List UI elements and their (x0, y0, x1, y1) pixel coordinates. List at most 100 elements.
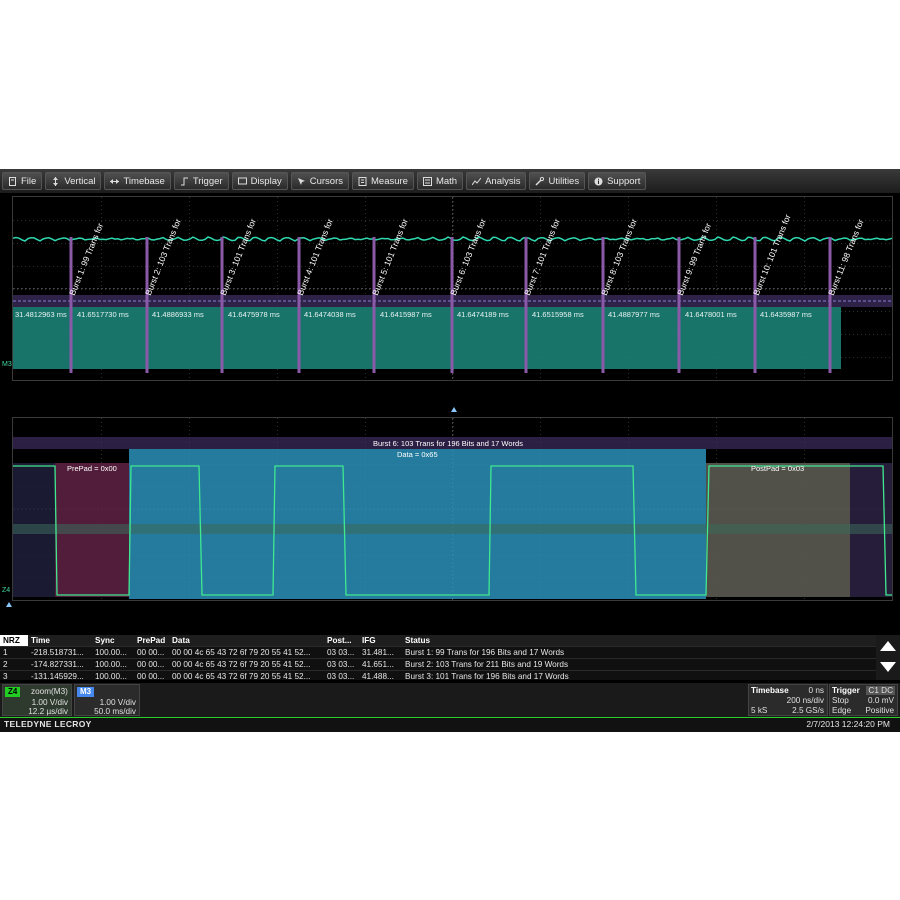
trigger-slope: Positive (865, 706, 894, 715)
table-row[interactable]: 1 -218.518731... 100.00... 00 00... 00 00 4c… (0, 646, 876, 658)
cursor-icon (297, 177, 306, 186)
brand-logo: TELEDYNE LECROY (4, 719, 92, 729)
burst-marker (524, 237, 528, 373)
table-cell: 00 00... (137, 648, 165, 657)
table-scroll-controls (876, 635, 900, 680)
datetime: 2/7/2013 12:24:20 PM (806, 719, 890, 729)
table-cell: 100.00... (95, 672, 127, 681)
column-header-6[interactable]: Post... (324, 635, 359, 646)
table-cell: 00 00 4c 65 43 72 6f 79 20 55 41 52... (172, 648, 311, 657)
prepad-annotation: PrePad = 0x00 (67, 464, 117, 473)
trigger-mode: Stop (832, 696, 849, 705)
arrow-up-icon (880, 641, 896, 651)
ifg-measurement-label: 41.6517730 ms (77, 310, 129, 319)
footer-bar: TELEDYNE LECROY 2/7/2013 12:24:20 PM (0, 717, 900, 732)
menu-label: Utilities (548, 175, 580, 187)
ifg-measurement-label: 41.6415987 ms (380, 310, 432, 319)
trigger-level: 0.0 mV (868, 696, 894, 705)
table-cell: Burst 1: 99 Trans for 196 Bits and 17 Wo… (405, 648, 565, 657)
burst-marker (69, 237, 73, 373)
scroll-down-button[interactable] (877, 657, 899, 677)
trigger-icon (180, 177, 189, 186)
channel-marker-m3[interactable]: M3 (2, 361, 12, 368)
z4-title: zoom(M3) (31, 687, 68, 696)
m3-tag: M3 (77, 687, 95, 697)
table-cell: 03 03... (327, 672, 355, 681)
burst-marker (297, 237, 301, 373)
measure-icon (358, 176, 367, 186)
zoom-left-marker[interactable] (6, 602, 12, 607)
z4-vdiv: 1.00 V/div (31, 698, 68, 707)
column-header-2[interactable]: Time (28, 635, 92, 646)
trigger-position-marker[interactable] (451, 407, 457, 412)
waveform-grid-z4[interactable]: Burst 6: 103 Trans for 196 Bits and 17 W… (12, 417, 893, 601)
column-header-8[interactable]: Status (402, 635, 876, 646)
column-header-3[interactable]: Sync (92, 635, 134, 646)
menu-display-button[interactable]: Display (231, 172, 288, 190)
threshold-band (13, 524, 892, 534)
menu-label: Timebase (123, 175, 165, 187)
table-cell: Burst 2: 103 Trans for 211 Bits and 19 W… (405, 660, 569, 669)
analysis-icon (472, 177, 482, 186)
decode-table-header: NRZ Time Sync PrePad Data Post... IFG Status (0, 635, 876, 646)
table-cell: 1 (3, 648, 8, 657)
table-cell: -174.827331... (31, 660, 84, 669)
table-cell: 2 (3, 660, 8, 669)
waveform-grid-m3[interactable]: Burst 1: 99 Trans for Burst 2: 103 Trans … (12, 196, 893, 381)
table-cell: 00 00 4c 65 43 72 6f 79 20 55 41 52... (172, 672, 311, 681)
menu-label: Cursors (309, 175, 343, 187)
menu-label: Trigger (192, 175, 223, 187)
burst-marker (145, 237, 149, 373)
m3-tdiv: 50.0 ms/div (94, 707, 136, 716)
timebase-title: Timebase (751, 686, 789, 695)
column-header-7[interactable]: IFG (359, 635, 402, 646)
column-header-5[interactable]: Data (169, 635, 324, 646)
timebase-descriptor[interactable]: Timebase 0 ns 200 ns/div 5 kS 2.5 GS/s (748, 684, 828, 716)
table-row[interactable]: 2 -174.827331... 100.00... 00 00... 00 00 4c… (0, 658, 876, 670)
table-cell: 00 00 4c 65 43 72 6f 79 20 55 41 52... (172, 660, 311, 669)
ifg-measurement-label: 41.6515958 ms (532, 310, 584, 319)
menu-cursors-button[interactable]: Cursors (290, 172, 349, 190)
menu-measure-button[interactable]: Measure (352, 172, 414, 190)
menu-support-button[interactable]: Support (588, 172, 647, 190)
table-row[interactable]: 3 -131.145929... 100.00... 00 00... 00 00 4c… (0, 670, 876, 682)
file-icon (8, 176, 17, 186)
menu-label: Support (607, 175, 641, 187)
burst-title-annotation: Burst 6: 103 Trans for 196 Bits and 17 W… (373, 439, 523, 448)
trigger-title: Trigger (832, 686, 860, 695)
channel-marker-z4[interactable]: Z4 (2, 587, 10, 594)
menu-trigger-button[interactable]: Trigger (173, 172, 229, 190)
menu-analysis-button[interactable]: Analysis (466, 172, 527, 190)
table-cell: 41.488... (362, 672, 394, 681)
menu-label: Measure (371, 175, 408, 187)
trigger-descriptor[interactable]: Trigger C1 DC Stop 0.0 mV Edge Positive (829, 684, 898, 716)
m3-vdiv: 1.00 V/div (99, 698, 136, 707)
menu-timebase-button[interactable]: Timebase (104, 172, 171, 190)
burst-marker (601, 237, 605, 373)
scroll-up-button[interactable] (877, 636, 899, 656)
oscilloscope-screen: File Vertical Timebase Trigger Display Cursor… (0, 169, 900, 732)
table-cell: 00 00... (137, 672, 165, 681)
ifg-measurement-label: 41.6478001 ms (685, 310, 737, 319)
menu-math-button[interactable]: Math (416, 172, 464, 190)
column-header-1[interactable]: NRZ (0, 635, 28, 646)
burst-marker (450, 237, 454, 373)
timebase-samples: 5 kS (751, 706, 768, 715)
z4-descriptor[interactable]: Z4 zoom(M3) 1.00 V/div 12.2 µs/div (2, 684, 72, 716)
table-cell: 3 (3, 672, 8, 681)
ifg-measurement-label: 31.4812963 ms (15, 310, 67, 319)
menu-utilities-button[interactable]: Utilities (529, 172, 586, 190)
menu-vertical-button[interactable]: Vertical (45, 172, 102, 190)
table-cell: 31.481... (362, 648, 394, 657)
column-header-4[interactable]: PrePad (134, 635, 169, 646)
postpad-annotation: PostPad = 0x03 (751, 464, 805, 473)
timebase-rate: 200 ns/div (786, 696, 824, 705)
menu-file-button[interactable]: File (2, 172, 43, 190)
burst-marker (372, 237, 376, 373)
table-cell: 03 03... (327, 648, 355, 657)
burst-marker (753, 237, 757, 373)
ifg-measurement-label: 41.6475978 ms (228, 310, 280, 319)
m3-descriptor[interactable]: M3 1.00 V/div 50.0 ms/div (74, 684, 140, 716)
horizontal-arrows-icon (110, 177, 120, 186)
burst-marker (828, 237, 832, 373)
